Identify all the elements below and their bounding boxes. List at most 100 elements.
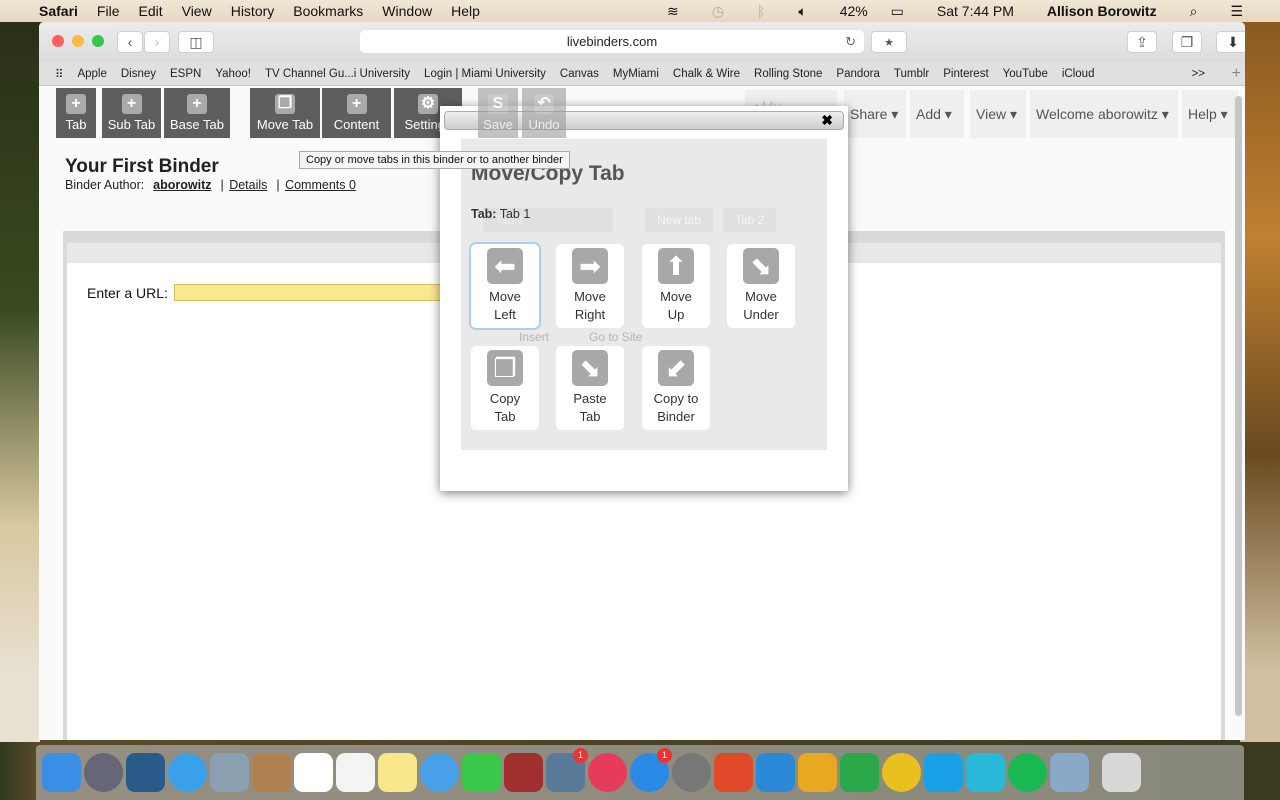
menu-file[interactable]: File	[97, 3, 120, 19]
minimize-window-button[interactable]	[72, 35, 84, 47]
bookmark[interactable]: TV Channel Gu...i University	[265, 68, 410, 80]
mail-icon[interactable]	[210, 753, 249, 792]
messages-icon[interactable]	[420, 753, 459, 792]
bookmark[interactable]: Pinterest	[943, 68, 988, 80]
add-menu[interactable]: Add ▾	[910, 90, 964, 138]
bookmark[interactable]: Login | Miami University	[424, 68, 546, 80]
outlook-icon[interactable]	[798, 753, 837, 792]
menu-view[interactable]: View	[182, 3, 212, 19]
powerpoint-icon[interactable]	[714, 753, 753, 792]
mission-control-icon[interactable]	[126, 753, 165, 792]
contacts-icon[interactable]	[252, 753, 291, 792]
lync-icon[interactable]	[966, 753, 1005, 792]
details-link[interactable]: Details	[229, 178, 267, 192]
launchpad-icon[interactable]	[84, 753, 123, 792]
reminders-icon[interactable]	[336, 753, 375, 792]
sidebar-button[interactable]: ◫	[178, 31, 214, 53]
back-button[interactable]: ‹	[117, 31, 143, 53]
scrollbar[interactable]	[1235, 96, 1242, 716]
excel-icon[interactable]	[840, 753, 879, 792]
bluetooth-icon[interactable]: ᛒ	[757, 3, 765, 19]
comments-link[interactable]: Comments 0	[285, 178, 356, 192]
move-left-button[interactable]: ⬅ Move Left	[469, 242, 541, 330]
bookmark[interactable]: Yahoo!	[215, 68, 251, 80]
add-sub-tab-button[interactable]: + Sub Tab	[102, 88, 161, 138]
plus-icon: +	[187, 94, 207, 114]
wifi-icon[interactable]: ≋	[667, 3, 679, 20]
author-link[interactable]: aborowitz	[153, 178, 211, 192]
new-tab-plus-icon[interactable]: +	[1232, 65, 1241, 83]
word-icon[interactable]	[756, 753, 795, 792]
notes-icon[interactable]	[378, 753, 417, 792]
finder-icon[interactable]	[42, 753, 81, 792]
account-menu[interactable]: Welcome aborowitz ▾	[1030, 90, 1178, 138]
user-name[interactable]: Allison Borowitz	[1047, 3, 1157, 19]
clock[interactable]: Sat 7:44 PM	[937, 3, 1014, 19]
zoom-window-button[interactable]	[92, 35, 104, 47]
facetime-icon[interactable]	[462, 753, 501, 792]
battery-status[interactable]: 42% ▭	[840, 3, 904, 20]
close-icon[interactable]: ✖	[821, 112, 833, 129]
tabs-overview-button[interactable]: ❐	[1172, 31, 1202, 53]
bookmark[interactable]: Canvas	[560, 68, 599, 80]
url-input[interactable]	[174, 284, 474, 301]
bookmark[interactable]: ESPN	[170, 68, 201, 80]
close-window-button[interactable]	[52, 35, 64, 47]
bookmark[interactable]: Apple	[77, 68, 106, 80]
trash-icon[interactable]	[1102, 753, 1141, 792]
menu-window[interactable]: Window	[382, 3, 432, 19]
share-menu[interactable]: Share ▾	[844, 90, 906, 138]
reader-button[interactable]: ★	[871, 31, 907, 53]
move-up-button[interactable]: ⬆ Move Up	[642, 244, 710, 328]
time-machine-icon[interactable]: ◷	[712, 3, 724, 20]
menu-bookmarks[interactable]: Bookmarks	[293, 3, 363, 19]
menu-history[interactable]: History	[231, 3, 275, 19]
iphoto-icon[interactable]: 1	[546, 748, 588, 792]
app-store-icon[interactable]: 1	[630, 748, 672, 792]
address-bar[interactable]: livebinders.com ↻	[360, 30, 864, 53]
bookmarks-overflow[interactable]: >>	[1192, 68, 1205, 80]
move-tab-button[interactable]: ❐ Move Tab	[250, 88, 320, 138]
notification-center-icon[interactable]: ☰	[1230, 3, 1243, 20]
copy-tab-button[interactable]: ❐ Copy Tab	[471, 346, 539, 430]
save-button[interactable]: S Save	[478, 88, 518, 138]
paste-tab-button[interactable]: ⬊ Paste Tab	[556, 346, 624, 430]
volume-icon[interactable]: 🔈︎	[798, 3, 806, 20]
bookmark[interactable]: Disney	[121, 68, 156, 80]
menu-help[interactable]: Help	[451, 3, 480, 19]
calendar-icon[interactable]	[294, 753, 333, 792]
menu-safari[interactable]: Safari	[39, 3, 78, 19]
menu-edit[interactable]: Edit	[138, 3, 162, 19]
skype-icon[interactable]	[924, 753, 963, 792]
add-tab-button[interactable]: + Tab	[56, 88, 96, 138]
system-preferences-icon[interactable]	[672, 753, 711, 792]
add-base-tab-button[interactable]: + Base Tab	[164, 88, 230, 138]
safari-icon[interactable]	[168, 753, 207, 792]
forward-button[interactable]: ›	[144, 31, 170, 53]
spotlight-icon[interactable]: ⌕	[1190, 3, 1198, 20]
bookmark[interactable]: Pandora	[836, 68, 879, 80]
top-sites-icon[interactable]: ⠿	[55, 67, 63, 81]
itunes-icon[interactable]	[588, 753, 627, 792]
share-button[interactable]: ⇪	[1127, 31, 1157, 53]
bookmark[interactable]: Chalk & Wire	[673, 68, 740, 80]
bookmark[interactable]: Rolling Stone	[754, 68, 822, 80]
downloads-button[interactable]: ⬇	[1216, 31, 1245, 53]
move-under-button[interactable]: ⬊ Move Under	[727, 244, 795, 328]
copy-to-binder-button[interactable]: ⬋ Copy to Binder	[642, 346, 710, 430]
bookmark[interactable]: iCloud	[1062, 68, 1095, 80]
view-menu[interactable]: View ▾	[970, 90, 1026, 138]
bookmark[interactable]: Tumblr	[894, 68, 929, 80]
bookmark[interactable]: MyMiami	[613, 68, 659, 80]
reload-icon[interactable]: ↻	[845, 34, 856, 50]
save-icon: S	[488, 94, 508, 114]
spotify-icon[interactable]	[1008, 753, 1047, 792]
content-button[interactable]: + Content	[322, 88, 391, 138]
photo-booth-icon[interactable]	[504, 753, 543, 792]
move-right-button[interactable]: ➡ Move Right	[556, 244, 624, 328]
chrome-icon[interactable]	[882, 753, 921, 792]
preview-icon[interactable]	[1050, 753, 1089, 792]
help-menu[interactable]: Help ▾	[1182, 90, 1238, 138]
bookmark[interactable]: YouTube	[1003, 68, 1048, 80]
undo-button[interactable]: ↶ Undo	[522, 88, 566, 138]
